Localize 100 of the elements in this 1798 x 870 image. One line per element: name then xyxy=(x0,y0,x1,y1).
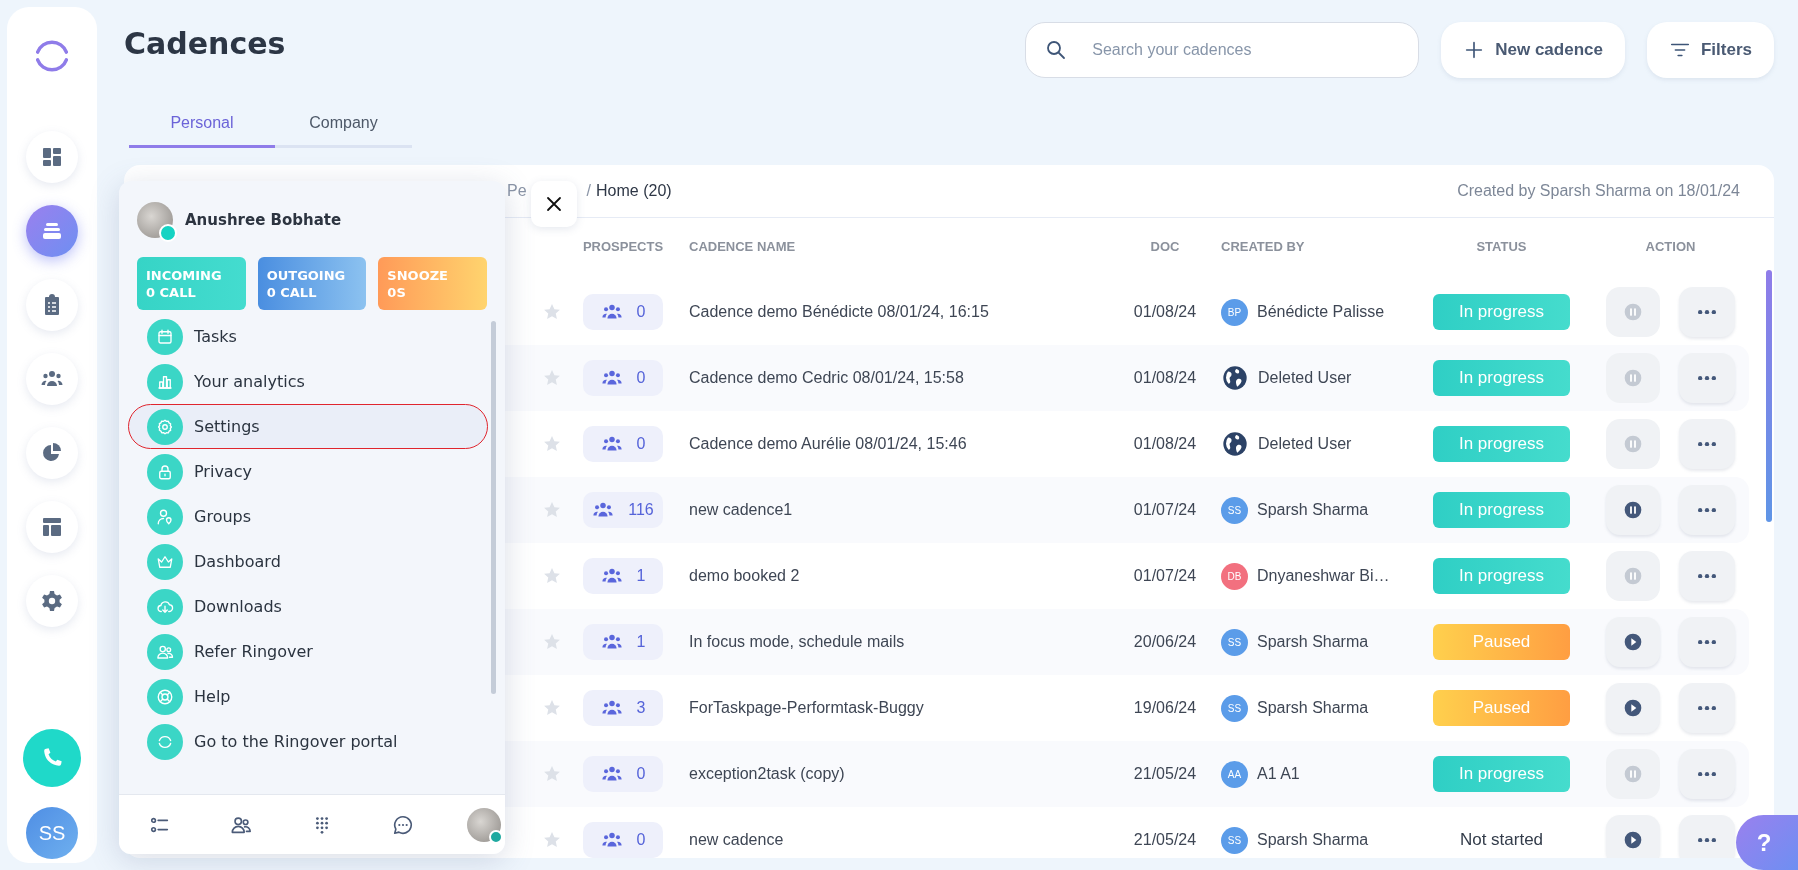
more-button[interactable] xyxy=(1679,815,1735,858)
more-button[interactable] xyxy=(1679,419,1735,469)
sidebar-item[interactable] xyxy=(26,205,78,257)
creator-name: Deleted User xyxy=(1258,435,1352,453)
menu-item[interactable]: Downloads xyxy=(128,584,488,629)
star-icon[interactable] xyxy=(542,698,562,718)
more-icon xyxy=(1698,507,1716,513)
status-badge: In progress xyxy=(1433,492,1570,528)
status-badge: In progress xyxy=(1433,558,1570,594)
column-header: ACTION xyxy=(1645,238,1696,254)
prospects-badge[interactable]: 0 xyxy=(583,756,663,792)
menu-item[interactable]: Tasks xyxy=(128,314,488,359)
cadence-name[interactable]: exception2task (copy) xyxy=(689,765,1124,783)
filters-button[interactable]: Filters xyxy=(1646,22,1774,78)
date-cell: 01/08/24 xyxy=(1133,369,1197,387)
menu-item[interactable]: Help xyxy=(128,674,488,719)
date-cell: 01/08/24 xyxy=(1133,435,1197,453)
column-header: CADENCE NAME xyxy=(689,238,797,254)
cadence-name[interactable]: Cadence demo Bénédicte 08/01/24, 16:15 xyxy=(689,303,1124,321)
prospects-badge[interactable]: 116 xyxy=(583,492,663,528)
cadence-name[interactable]: In focus mode, schedule mails xyxy=(689,633,1124,651)
menu-item[interactable]: Refer Ringover xyxy=(128,629,488,674)
lock-icon xyxy=(147,453,183,490)
bar-chart-icon xyxy=(147,363,183,400)
prospects-badge[interactable]: 1 xyxy=(583,624,663,660)
status-badge: Paused xyxy=(1433,624,1570,660)
counter-value: 0S xyxy=(387,283,407,301)
sidebar-item[interactable] xyxy=(26,501,78,553)
prospects-badge[interactable]: 1 xyxy=(583,558,663,594)
column-header: PROSPECTS xyxy=(582,238,664,254)
created-note: Created by Sparsh Sharma on 18/01/24 xyxy=(1457,182,1740,200)
prospects-badge[interactable]: 0 xyxy=(583,426,663,462)
star-icon[interactable] xyxy=(542,368,562,388)
menu-item[interactable]: Groups xyxy=(128,494,488,539)
prospects-badge[interactable]: 0 xyxy=(583,294,663,330)
sidebar-item[interactable] xyxy=(26,279,78,331)
search-bar[interactable]: Search your cadences xyxy=(1025,22,1420,78)
menu-item[interactable]: Settings xyxy=(128,404,488,449)
phone-button[interactable] xyxy=(23,729,81,787)
menu-item[interactable]: Your analytics xyxy=(128,359,488,404)
play-icon xyxy=(1623,830,1643,850)
user-name: Anushree Bobhate xyxy=(185,211,342,229)
date-cell: 01/07/24 xyxy=(1133,501,1197,519)
menu-item[interactable]: Privacy xyxy=(128,449,488,494)
star-icon[interactable] xyxy=(542,302,562,322)
star-icon[interactable] xyxy=(542,434,562,454)
creator-name: Sparsh Sharma xyxy=(1257,501,1369,519)
scrollbar[interactable] xyxy=(1766,270,1772,522)
more-button[interactable] xyxy=(1679,287,1735,337)
creator-avatar: SS xyxy=(1221,628,1248,656)
creator-avatar: DB xyxy=(1221,562,1248,590)
pause-icon xyxy=(1623,368,1643,388)
menu-item[interactable]: Dashboard xyxy=(128,539,488,584)
cadence-name[interactable]: new cadence1 xyxy=(689,501,1124,519)
breadcrumb-item[interactable]: Home (20) xyxy=(596,182,672,200)
more-button[interactable] xyxy=(1679,749,1735,799)
star-icon[interactable] xyxy=(542,830,562,850)
more-button[interactable] xyxy=(1679,551,1735,601)
more-button[interactable] xyxy=(1679,683,1735,733)
sidebar-item[interactable] xyxy=(26,575,78,627)
cadence-name[interactable]: Cadence demo Aurélie 08/01/24, 15:46 xyxy=(689,435,1124,453)
star-icon[interactable] xyxy=(542,764,562,784)
prospects-badge[interactable]: 0 xyxy=(583,360,663,396)
status-badge: In progress xyxy=(1433,426,1570,462)
sidebar-item[interactable] xyxy=(26,353,78,405)
sidebar-item[interactable] xyxy=(26,131,78,183)
menu-item[interactable]: Go to the Ringover portal xyxy=(128,719,488,764)
star-icon[interactable] xyxy=(542,632,562,652)
user-avatar[interactable] xyxy=(466,807,501,842)
play-button[interactable] xyxy=(1606,617,1660,667)
sidebar-item[interactable] xyxy=(26,427,78,479)
cadence-name[interactable]: Cadence demo Cedric 08/01/24, 15:58 xyxy=(689,369,1124,387)
more-button[interactable] xyxy=(1679,617,1735,667)
creator-name: Sparsh Sharma xyxy=(1257,831,1369,849)
star-icon[interactable] xyxy=(542,566,562,586)
more-icon xyxy=(1698,837,1716,843)
tab[interactable]: Personal xyxy=(129,100,275,148)
tab[interactable]: Company xyxy=(275,100,412,148)
user-pin-icon xyxy=(147,498,183,535)
column-header: CREATED BY xyxy=(1221,238,1306,254)
page-title: Cadences xyxy=(124,26,287,61)
status-badge: Paused xyxy=(1433,690,1570,726)
new-cadence-button[interactable]: New cadence xyxy=(1441,22,1625,78)
cadence-name[interactable]: ForTaskpage-Performtask-Buggy xyxy=(689,699,1124,717)
cadence-name[interactable]: demo booked 2 xyxy=(689,567,1124,585)
prospects-badge[interactable]: 3 xyxy=(583,690,663,726)
play-button[interactable] xyxy=(1606,815,1660,858)
prospects-badge[interactable]: 0 xyxy=(583,822,663,858)
more-button[interactable] xyxy=(1679,485,1735,535)
close-button[interactable] xyxy=(531,181,577,227)
cadence-name[interactable]: new cadence xyxy=(689,831,1124,849)
play-button[interactable] xyxy=(1606,683,1660,733)
scrollbar[interactable] xyxy=(491,321,496,694)
star-icon[interactable] xyxy=(542,500,562,520)
ring-logo-icon xyxy=(147,723,183,760)
settings-icon xyxy=(40,589,64,613)
pause-button[interactable] xyxy=(1606,485,1660,535)
more-button[interactable] xyxy=(1679,353,1735,403)
globe-icon xyxy=(1221,364,1249,392)
chat-icon[interactable] xyxy=(391,813,414,836)
